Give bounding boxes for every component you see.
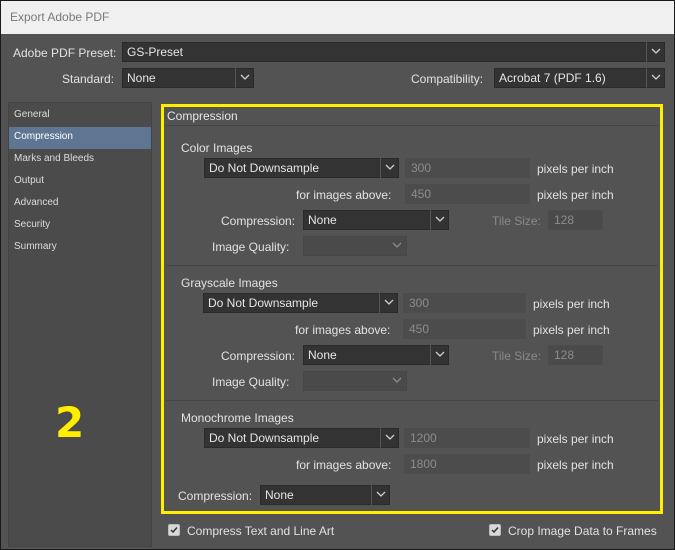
chevron-down-icon xyxy=(380,428,398,448)
color-downsample-value: Do Not Downsample xyxy=(209,161,320,175)
chevron-down-icon xyxy=(235,68,253,88)
preset-value: GS-Preset xyxy=(127,45,184,59)
chevron-down-icon xyxy=(371,485,389,505)
sidebar-item-label: Security xyxy=(14,219,51,230)
grayscale-compression-label: Compression: xyxy=(221,349,296,363)
sidebar-item-general[interactable]: General xyxy=(9,105,151,127)
compress-text-label: Compress Text and Line Art xyxy=(187,524,335,538)
grayscale-quality-label: Image Quality: xyxy=(212,375,290,389)
grayscale-ppi-unit: pixels per inch xyxy=(533,297,610,311)
chevron-down-icon xyxy=(646,42,664,62)
grayscale-ppi-input[interactable]: 300 xyxy=(403,293,526,313)
compatibility-value: Acrobat 7 (PDF 1.6) xyxy=(499,71,606,85)
monochrome-above-input[interactable]: 1800 xyxy=(404,454,530,474)
sidebar-item-marks-and-bleeds[interactable]: Marks and Bleeds xyxy=(9,149,151,171)
grayscale-tile-label: Tile Size: xyxy=(492,349,541,363)
sidebar-item-label: Advanced xyxy=(14,197,59,208)
color-downsample-dropdown[interactable]: Do Not Downsample xyxy=(204,158,399,178)
color-ppi-unit: pixels per inch xyxy=(537,162,614,176)
color-quality-dropdown[interactable] xyxy=(303,236,407,256)
chevron-down-icon xyxy=(388,236,406,256)
grayscale-downsample-dropdown[interactable]: Do Not Downsample xyxy=(203,293,398,313)
sidebar-item-security[interactable]: Security xyxy=(9,215,151,237)
grayscale-compression-value: None xyxy=(308,348,337,362)
color-compression-value: None xyxy=(308,213,337,227)
compatibility-dropdown[interactable]: Acrobat 7 (PDF 1.6) xyxy=(494,68,665,88)
color-images-heading: Color Images xyxy=(181,141,253,155)
grayscale-downsample-value: Do Not Downsample xyxy=(208,296,319,310)
standard-label: Standard: xyxy=(62,72,115,86)
monochrome-compression-value: None xyxy=(265,488,294,502)
crop-image-label: Crop Image Data to Frames xyxy=(508,524,657,538)
grayscale-tile-value: 128 xyxy=(554,348,575,362)
grayscale-compression-dropdown[interactable]: None xyxy=(303,345,449,365)
grayscale-images-heading: Grayscale Images xyxy=(181,276,278,290)
monochrome-ppi-input[interactable]: 1200 xyxy=(404,428,530,448)
preset-dropdown[interactable]: GS-Preset xyxy=(122,42,665,62)
grayscale-above-unit: pixels per inch xyxy=(533,323,610,337)
grayscale-tile-input[interactable]: 128 xyxy=(548,345,603,365)
divider xyxy=(166,265,658,266)
color-above-label: for images above: xyxy=(296,188,392,202)
color-tile-label: Tile Size: xyxy=(492,214,541,228)
sidebar-item-label: Marks and Bleeds xyxy=(14,153,95,164)
color-ppi-input[interactable]: 300 xyxy=(405,158,530,178)
standard-dropdown[interactable]: None xyxy=(122,68,254,88)
monochrome-ppi-unit: pixels per inch xyxy=(537,432,614,446)
sidebar-item-label: Compression xyxy=(14,131,73,142)
sidebar-item-label: Summary xyxy=(14,241,57,252)
grayscale-quality-dropdown[interactable] xyxy=(303,371,407,391)
monochrome-compression-dropdown[interactable]: None xyxy=(260,485,390,505)
annotation-number: 2 xyxy=(55,398,85,447)
color-above-input[interactable]: 450 xyxy=(405,184,530,204)
sidebar-item-advanced[interactable]: Advanced xyxy=(9,193,151,215)
panel-title: Compression xyxy=(167,109,238,123)
color-quality-label: Image Quality: xyxy=(212,240,290,254)
title-bar: Export Adobe PDF xyxy=(1,1,674,34)
standard-value: None xyxy=(127,71,156,85)
monochrome-above-label: for images above: xyxy=(296,458,392,472)
chevron-down-icon xyxy=(430,210,448,230)
chevron-down-icon xyxy=(379,293,397,313)
monochrome-compression-label: Compression: xyxy=(178,489,253,503)
sidebar: General Compression Marks and Bleeds Out… xyxy=(8,102,152,547)
grayscale-above-input[interactable]: 450 xyxy=(403,319,526,339)
color-tile-value: 128 xyxy=(554,213,575,227)
compress-text-checkbox[interactable] xyxy=(168,524,180,536)
sidebar-item-label: Output xyxy=(14,175,45,186)
color-above-value: 450 xyxy=(411,187,432,201)
monochrome-ppi-value: 1200 xyxy=(410,431,437,445)
chevron-down-icon xyxy=(380,158,398,178)
preset-label: Adobe PDF Preset: xyxy=(13,46,117,60)
sidebar-item-output[interactable]: Output xyxy=(9,171,151,193)
color-ppi-value: 300 xyxy=(411,161,432,175)
monochrome-downsample-dropdown[interactable]: Do Not Downsample xyxy=(204,428,399,448)
crop-image-checkbox[interactable] xyxy=(489,524,501,536)
divider xyxy=(166,125,658,126)
grayscale-above-value: 450 xyxy=(409,322,430,336)
grayscale-ppi-value: 300 xyxy=(409,296,430,310)
monochrome-above-unit: pixels per inch xyxy=(537,458,614,472)
window-title: Export Adobe PDF xyxy=(10,10,110,24)
divider xyxy=(166,400,658,401)
sidebar-item-compression[interactable]: Compression xyxy=(9,127,151,149)
color-compression-dropdown[interactable]: None xyxy=(303,210,449,230)
checkmark-icon xyxy=(170,527,178,534)
export-pdf-dialog: Export Adobe PDF Adobe PDF Preset: GS-Pr… xyxy=(0,0,675,550)
grayscale-above-label: for images above: xyxy=(295,323,391,337)
checkmark-icon xyxy=(491,527,499,534)
monochrome-downsample-value: Do Not Downsample xyxy=(209,431,320,445)
compatibility-label: Compatibility: xyxy=(411,72,484,86)
monochrome-images-heading: Monochrome Images xyxy=(181,411,294,425)
color-above-unit: pixels per inch xyxy=(537,188,614,202)
color-compression-label: Compression: xyxy=(221,214,296,228)
color-tile-input[interactable]: 128 xyxy=(548,210,603,230)
sidebar-item-summary[interactable]: Summary xyxy=(9,237,151,259)
chevron-down-icon xyxy=(430,345,448,365)
monochrome-above-value: 1800 xyxy=(410,457,437,471)
chevron-down-icon xyxy=(388,371,406,391)
sidebar-item-label: General xyxy=(14,109,50,120)
chevron-down-icon xyxy=(646,68,664,88)
